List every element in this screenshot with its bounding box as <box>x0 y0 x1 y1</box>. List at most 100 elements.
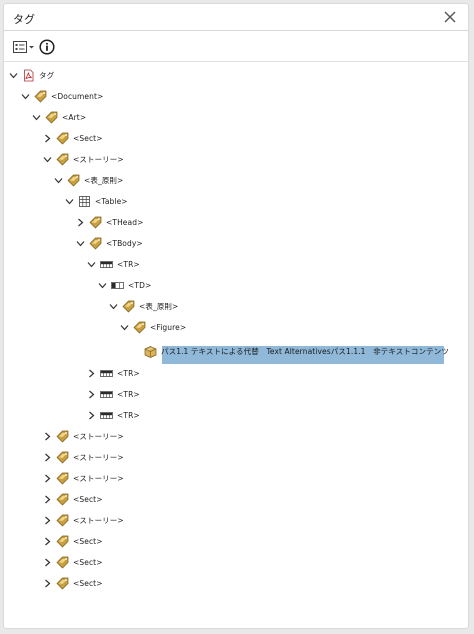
table-row-icon <box>100 367 113 380</box>
tree-item-label: <Table> <box>95 196 128 206</box>
tree-item-figure[interactable]: <Figure> <box>119 317 186 337</box>
tree-item-label: <Sect> <box>73 494 103 504</box>
tree-item-document[interactable]: <Document> <box>20 86 103 106</box>
chevron-down-icon[interactable] <box>64 196 75 207</box>
tree-item-tr[interactable]: <TR> <box>86 363 140 383</box>
tag-icon <box>56 493 69 506</box>
tree-item-story[interactable]: <ストーリー> <box>42 447 124 467</box>
chevron-right-icon[interactable] <box>42 557 53 568</box>
chevron-right-icon[interactable] <box>42 578 53 589</box>
tag-icon <box>56 577 69 590</box>
chevron-right-icon[interactable] <box>42 473 53 484</box>
tree-item-sect[interactable]: <Sect> <box>42 573 103 593</box>
tree-item-label: <ストーリー> <box>73 452 124 462</box>
chevron-down-icon[interactable] <box>53 175 64 186</box>
tag-icon <box>56 535 69 548</box>
chevron-down-icon[interactable] <box>119 322 130 333</box>
tag-icon <box>56 556 69 569</box>
close-icon[interactable] <box>442 9 458 25</box>
tree-item-tr[interactable]: <TR> <box>86 254 140 274</box>
chevron-right-icon[interactable] <box>75 217 86 228</box>
chevron-down-icon[interactable] <box>86 259 97 270</box>
tree-item-label: <THead> <box>106 217 144 227</box>
panel-title: タグ <box>13 13 35 26</box>
tag-icon <box>45 111 58 124</box>
table-row-icon <box>100 258 113 271</box>
chevron-right-icon[interactable] <box>86 389 97 400</box>
chevron-right-icon[interactable] <box>42 431 53 442</box>
chevron-right-icon[interactable] <box>86 410 97 421</box>
tree-item-art[interactable]: <Art> <box>31 107 86 127</box>
tree-item-sect[interactable]: <Sect> <box>42 489 103 509</box>
tree-item-story[interactable]: <ストーリー> <box>42 149 124 169</box>
tree-item-label: <Document> <box>51 91 104 101</box>
options-menu-icon[interactable] <box>12 39 36 55</box>
tree-item-label: <TR> <box>117 368 140 378</box>
tree-item-label: <Sect> <box>73 578 103 588</box>
pdf-icon <box>22 69 35 82</box>
tree-item-label: <ストーリー> <box>73 431 124 441</box>
tree-item-label: <TBody> <box>106 238 143 248</box>
tag-icon <box>133 321 146 334</box>
chevron-right-icon[interactable] <box>42 452 53 463</box>
info-icon[interactable] <box>39 39 55 55</box>
content-box-icon <box>144 345 157 358</box>
tree-item-sect[interactable]: <Sect> <box>42 128 103 148</box>
tree-item-label: <TR> <box>117 410 140 420</box>
chevron-right-icon[interactable] <box>86 368 97 379</box>
tree-item-table[interactable]: <Table> <box>64 191 128 211</box>
tree-item-sect[interactable]: <Sect> <box>42 531 103 551</box>
tag-icon <box>67 174 80 187</box>
tag-icon <box>89 237 102 250</box>
table-row-icon <box>100 388 113 401</box>
tag-icon <box>56 472 69 485</box>
tree-item-thead[interactable]: <THead> <box>75 212 143 232</box>
chevron-down-icon[interactable] <box>42 154 53 165</box>
tree-item-label: <ストーリー> <box>73 473 124 483</box>
tag-icon <box>56 153 69 166</box>
tag-icon <box>89 216 102 229</box>
tree-item-story[interactable]: <ストーリー> <box>42 426 124 446</box>
tree-item-label: <ストーリー> <box>73 154 124 164</box>
tree-item-table-rule-inner[interactable]: <表_原則> <box>108 296 178 316</box>
tree-item-root[interactable]: タグ <box>8 65 54 85</box>
tree-item-label: <TD> <box>128 280 152 290</box>
chevron-down-icon[interactable] <box>108 301 119 312</box>
tree-item-label: <Figure> <box>150 322 187 332</box>
chevron-down-icon[interactable] <box>75 238 86 249</box>
tag-icon <box>56 430 69 443</box>
tree-item-label: <TR> <box>117 259 140 269</box>
tree-item-td[interactable]: <TD> <box>97 275 151 295</box>
tree-item-label: <ストーリー> <box>73 515 124 525</box>
tree-item-label: <Sect> <box>73 133 103 143</box>
tree-item-tr[interactable]: <TR> <box>86 384 140 404</box>
chevron-down-icon[interactable] <box>20 91 31 102</box>
tree-item-label: <Sect> <box>73 536 103 546</box>
tree-item-label: <TR> <box>117 389 140 399</box>
tree-item-figure-content[interactable]: パス1.1 テキストによる代替 Text Alternativesパス1.1.1… <box>130 341 449 361</box>
tree-item-tbody[interactable]: <TBody> <box>75 233 143 253</box>
tree-item-sect[interactable]: <Sect> <box>42 552 103 572</box>
tree-item-label: <Art> <box>62 112 87 122</box>
tree-item-story[interactable]: <ストーリー> <box>42 510 124 530</box>
chevron-right-icon[interactable] <box>42 515 53 526</box>
chevron-right-icon[interactable] <box>42 133 53 144</box>
table-icon <box>78 195 91 208</box>
tree-item-label: <Sect> <box>73 557 103 567</box>
panel-toolbar <box>4 32 468 62</box>
chevron-down-icon[interactable] <box>97 280 108 291</box>
tag-icon <box>122 300 135 313</box>
tag-icon <box>56 514 69 527</box>
tree-item-table-rule[interactable]: <表_原則> <box>53 170 123 190</box>
chevron-down-icon[interactable] <box>31 112 42 123</box>
tree-item-story[interactable]: <ストーリー> <box>42 468 124 488</box>
chevron-right-icon[interactable] <box>42 536 53 547</box>
tag-icon <box>56 451 69 464</box>
table-cell-icon <box>111 279 124 292</box>
chevron-right-icon[interactable] <box>42 494 53 505</box>
chevron-down-icon[interactable] <box>8 70 19 81</box>
tag-icon <box>56 132 69 145</box>
tree-item-tr[interactable]: <TR> <box>86 405 140 425</box>
tag-icon <box>34 90 47 103</box>
tree-item-label: <表_原則> <box>139 301 179 311</box>
